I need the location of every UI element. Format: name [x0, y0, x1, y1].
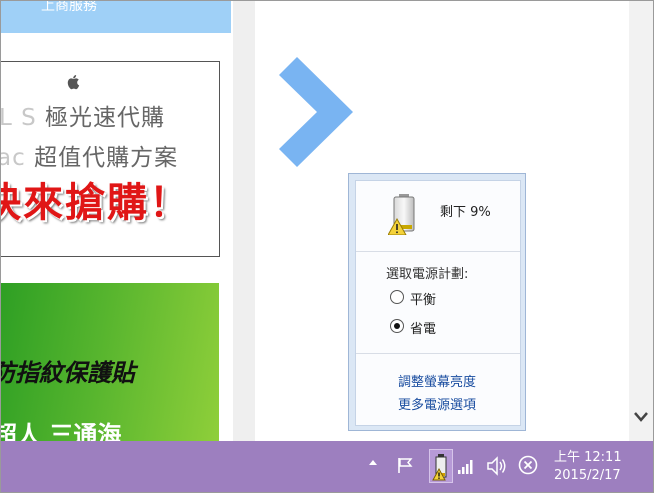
ad-line-2: ac 超值代購方案: [1, 145, 179, 171]
screen: 上商服務 L S 極光速代購 ac 超值代購方案 快來搶購！ 防指紋保護貼 超人…: [0, 0, 654, 493]
green-promo-banner[interactable]: 防指紋保護貼 超人 三通海: [1, 283, 219, 443]
green-banner-text: 防指紋保護貼: [1, 359, 135, 387]
show-hidden-icons-icon[interactable]: [367, 457, 379, 469]
more-power-options-link[interactable]: 更多電源選項: [398, 394, 476, 413]
network-signal-icon[interactable]: [457, 457, 475, 475]
top-nav-bar[interactable]: 上商服務: [1, 1, 231, 33]
ad-line-1: L S 極光速代購: [1, 105, 166, 131]
battery-remaining-text: 剩下 9%: [440, 205, 491, 220]
taskbar: 上午 12:11 2015/2/17: [1, 441, 653, 492]
clock-date[interactable]: 2015/2/17: [554, 468, 621, 483]
battery-tray-button[interactable]: [429, 449, 453, 483]
balanced-radio[interactable]: [390, 290, 404, 304]
battery-flyout: 剩下 9% 選取電源計劃: 平衡 省電 調整螢幕亮度 更多電源選項: [348, 173, 526, 431]
battery-warning-icon: [432, 454, 447, 481]
volume-icon[interactable]: [485, 455, 507, 477]
battery-flyout-panel: 剩下 9% 選取電源計劃: 平衡 省電 調整螢幕亮度 更多電源選項: [355, 180, 521, 426]
power-plan-label: 選取電源計劃:: [386, 267, 469, 282]
top-nav-text[interactable]: 上商服務: [41, 1, 97, 15]
flyout-divider: [356, 251, 520, 252]
next-chevron-icon[interactable]: [279, 57, 355, 167]
battery-warning-large-icon: [388, 194, 415, 235]
green-banner-bottom-text: 超人 三通海: [1, 421, 122, 443]
advertisement-banner[interactable]: L S 極光速代購 ac 超值代購方案 快來搶購！: [1, 61, 220, 257]
close-circle-icon[interactable]: [518, 455, 538, 475]
adjust-brightness-link[interactable]: 調整螢幕亮度: [398, 371, 476, 390]
apple-icon: [67, 75, 80, 90]
page-scrollbar[interactable]: [629, 1, 653, 441]
clock-time[interactable]: 上午 12:11: [554, 446, 622, 465]
scroll-down-chevron-icon[interactable]: [633, 411, 649, 423]
web-left-column: 上商服務 L S 極光速代購 ac 超值代購方案 快來搶購！ 防指紋保護貼 超人…: [1, 1, 233, 443]
gutter: [233, 1, 255, 441]
ad-headline: 快來搶購！: [1, 180, 191, 226]
flyout-divider-2: [356, 353, 520, 354]
power-saver-radio[interactable]: [390, 319, 404, 333]
action-center-flag-icon[interactable]: [395, 455, 415, 475]
